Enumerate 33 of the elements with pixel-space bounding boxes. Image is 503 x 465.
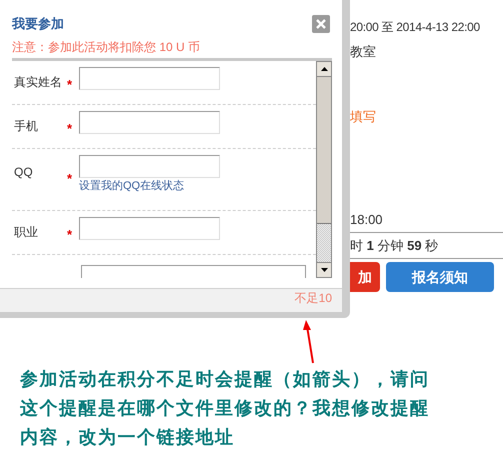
close-button[interactable]: [312, 14, 330, 33]
annotation-text: 参加活动在积分不足时会提醒（如箭头），请问这个提醒是在哪个文件里修改的？我想修改提醒内容，改为一个链接地址: [20, 368, 430, 449]
registration-notice-button[interactable]: 报名须知: [386, 262, 494, 292]
scroll-thumb[interactable]: [317, 76, 331, 224]
text-field[interactable]: [79, 110, 220, 134]
required-mark: *: [67, 120, 72, 136]
close-icon: [316, 18, 326, 29]
required-mark: *: [67, 170, 72, 186]
text-field[interactable]: [79, 154, 220, 178]
up-arrow-icon: [320, 66, 328, 71]
time-range: 20:00 至 2014-4-13 22:00: [350, 20, 480, 34]
countdown-text: 时 1 分钟 59 秒: [350, 236, 438, 255]
scrollbar[interactable]: [316, 60, 332, 278]
text-field[interactable]: [79, 216, 220, 240]
join-button[interactable]: 加: [350, 262, 380, 292]
text-field[interactable]: [79, 66, 220, 90]
annotation-arrow: [302, 320, 316, 364]
required-mark: *: [67, 76, 72, 92]
field-label: QQ: [13, 164, 34, 181]
dialog-title: 我要参加: [12, 15, 64, 34]
end-time: 18:00: [350, 212, 383, 227]
down-arrow-icon: [320, 268, 328, 272]
insufficient-message: 不足10: [294, 290, 332, 307]
scroll-up-button[interactable]: [317, 62, 331, 77]
field-label: 真实姓名: [13, 74, 63, 91]
fill-link[interactable]: 填写: [350, 109, 376, 124]
field-label: 职业: [13, 224, 39, 241]
field-label: 手机: [13, 118, 39, 135]
required-mark: *: [67, 226, 72, 242]
location-text: 教室: [350, 44, 376, 59]
notice-text: 注意：参加此活动将扣除您 10 U 币: [12, 38, 200, 56]
scroll-down-button[interactable]: [317, 262, 331, 277]
qq-status-link[interactable]: 设置我的QQ在线状态: [79, 178, 220, 194]
